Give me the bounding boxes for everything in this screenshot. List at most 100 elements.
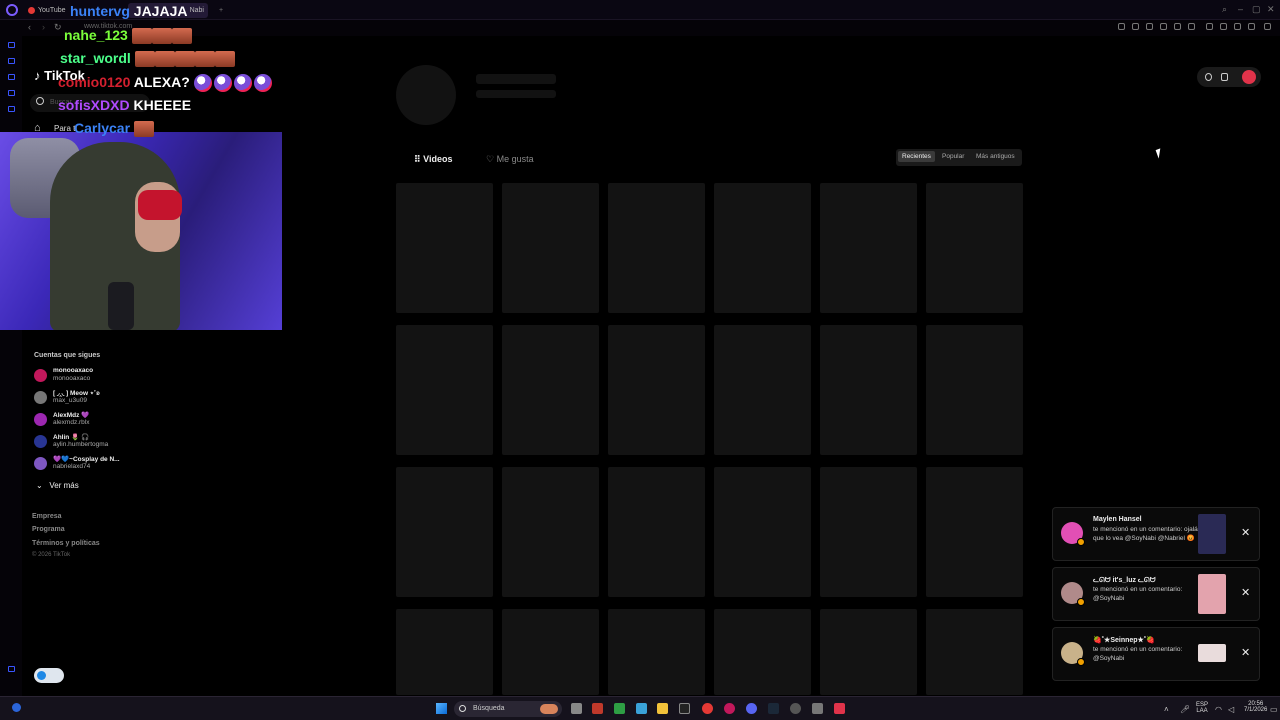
sort-oldest-button[interactable]: Más antiguos (976, 153, 1015, 160)
phone-icon[interactable] (1221, 73, 1228, 81)
video-placeholder[interactable] (926, 609, 1023, 695)
video-placeholder[interactable] (396, 183, 493, 313)
video-placeholder[interactable] (396, 609, 493, 695)
video-placeholder[interactable] (820, 183, 917, 313)
panel-bookmarks-icon[interactable] (8, 42, 15, 48)
menu-icon[interactable] (1264, 23, 1271, 30)
panel-history-icon[interactable] (8, 58, 15, 64)
capcut-icon[interactable] (679, 703, 690, 714)
panel-notes-icon[interactable] (8, 90, 15, 96)
video-placeholder[interactable] (926, 325, 1023, 455)
following-account[interactable]: monooaxaco monooaxaco (32, 367, 152, 387)
tab-videos[interactable]: ⠿ Videos (414, 154, 452, 165)
microphone-icon[interactable]: 🎤︎ (1180, 705, 1190, 714)
following-account[interactable]: AlexMdz 💜 alexmdz.rblx (32, 411, 152, 431)
video-thumbnail[interactable] (1198, 644, 1226, 662)
obs-icon[interactable] (790, 703, 801, 714)
discord-icon[interactable] (746, 703, 757, 714)
video-placeholder[interactable] (714, 467, 811, 597)
video-placeholder[interactable] (926, 467, 1023, 597)
extension-icon[interactable] (1220, 23, 1227, 30)
following-account[interactable]: Ahlin 🌷 🎧 aylin.humbertogma (32, 433, 152, 453)
tiktok-app-icon[interactable] (834, 703, 845, 714)
notification-toast[interactable]: Maylen Hansel te mencionó en un comentar… (1052, 507, 1260, 561)
reader-icon[interactable] (1132, 23, 1139, 30)
steam-icon[interactable] (768, 703, 779, 714)
close-icon[interactable]: ✕ (1241, 586, 1250, 599)
reload-icon[interactable]: ↻ (54, 22, 62, 33)
bookmark-icon[interactable] (1118, 23, 1125, 30)
video-placeholder[interactable] (608, 183, 705, 313)
video-placeholder[interactable] (608, 609, 705, 695)
wifi-icon[interactable]: ◠ (1215, 705, 1222, 714)
close-icon[interactable]: ✕ (1241, 526, 1250, 539)
terminal-icon[interactable] (812, 703, 823, 714)
footer-link-program[interactable]: Programa (32, 526, 65, 533)
profile-badge-icon[interactable] (1242, 70, 1256, 84)
following-account[interactable]: 💜💙~Cosplay de N... nabrielaxd74 (32, 455, 152, 475)
video-placeholder[interactable] (502, 609, 599, 695)
calendar-app-icon[interactable] (592, 703, 603, 714)
minimize-icon[interactable]: – (1238, 4, 1243, 14)
video-placeholder[interactable] (502, 467, 599, 597)
tray-chevron-icon[interactable]: ˄ (1164, 705, 1169, 714)
video-placeholder[interactable] (820, 609, 917, 695)
video-placeholder[interactable] (714, 325, 811, 455)
close-icon[interactable]: ✕ (1267, 4, 1275, 15)
clock[interactable]: 20:56 7/1/2026 (1244, 701, 1267, 713)
browser-logo-icon[interactable] (6, 4, 18, 16)
back-icon[interactable]: ‹ (28, 22, 31, 32)
see-more-button[interactable]: ⌄ Ver más (36, 481, 79, 490)
following-account[interactable]: [ ◞‸◟ ] Meow ⋆˚ʚ max_u3u09 (32, 389, 152, 409)
widgets-icon[interactable] (12, 703, 21, 712)
file-explorer-icon[interactable] (657, 703, 668, 714)
video-thumbnail[interactable] (1198, 514, 1226, 554)
video-placeholder[interactable] (608, 467, 705, 597)
panel-downloads-icon[interactable] (8, 74, 15, 80)
video-placeholder[interactable] (820, 325, 917, 455)
close-icon[interactable]: ✕ (1241, 646, 1250, 659)
chat-icon[interactable] (1206, 23, 1213, 30)
volume-icon[interactable]: ◁ (1228, 705, 1234, 714)
language-indicator[interactable]: ESP LAA (1196, 702, 1208, 714)
excel-icon[interactable] (614, 703, 625, 714)
translate-icon[interactable] (1160, 23, 1167, 30)
video-placeholder[interactable] (820, 467, 917, 597)
search-icon[interactable]: ⌕ (1222, 4, 1227, 15)
video-placeholder[interactable] (714, 609, 811, 695)
footer-link-terms[interactable]: Términos y políticas (32, 540, 100, 547)
panel-settings-icon[interactable] (8, 666, 15, 672)
footer-link-company[interactable]: Empresa (32, 513, 62, 520)
sort-popular-button[interactable]: Popular (942, 153, 964, 160)
windows-start-icon[interactable] (436, 703, 447, 714)
download-icon[interactable] (1234, 23, 1241, 30)
video-placeholder[interactable] (396, 325, 493, 455)
sort-recent-button[interactable]: Recientes (898, 151, 935, 162)
theme-toggle[interactable] (34, 668, 64, 683)
video-placeholder[interactable] (396, 467, 493, 597)
video-placeholder[interactable] (926, 183, 1023, 313)
forward-icon[interactable]: › (42, 22, 45, 32)
video-placeholder[interactable] (608, 325, 705, 455)
notification-toast[interactable]: ᓚᘏᗢ it's_luz ᓚᘏᗢ te mencionó en un comen… (1052, 567, 1260, 621)
app-v-icon[interactable] (636, 703, 647, 714)
shield-icon[interactable] (1146, 23, 1153, 30)
maximize-icon[interactable]: ▢ (1252, 4, 1261, 15)
video-thumbnail[interactable] (1198, 574, 1226, 614)
play-icon[interactable] (1174, 23, 1181, 30)
notification-toast[interactable]: 🍓˚★Seinnep★˚🍓 te mencionó en un comentar… (1052, 627, 1260, 681)
tab-likes[interactable]: ♡ Me gusta (486, 154, 534, 165)
video-placeholder[interactable] (502, 183, 599, 313)
tab-youtube[interactable]: YouTube (24, 3, 70, 18)
browser-app-icon[interactable] (724, 703, 735, 714)
ai-icon[interactable] (1248, 23, 1255, 30)
opera-icon[interactable] (702, 703, 713, 714)
new-tab-button[interactable]: + (215, 3, 227, 18)
notification-center-icon[interactable]: ▭ (1270, 705, 1278, 714)
video-placeholder[interactable] (502, 325, 599, 455)
heart-icon[interactable] (1188, 23, 1195, 30)
settings-icon[interactable] (1205, 73, 1212, 81)
panel-mail-icon[interactable] (8, 106, 15, 112)
task-view-icon[interactable] (571, 703, 582, 714)
video-placeholder[interactable] (714, 183, 811, 313)
